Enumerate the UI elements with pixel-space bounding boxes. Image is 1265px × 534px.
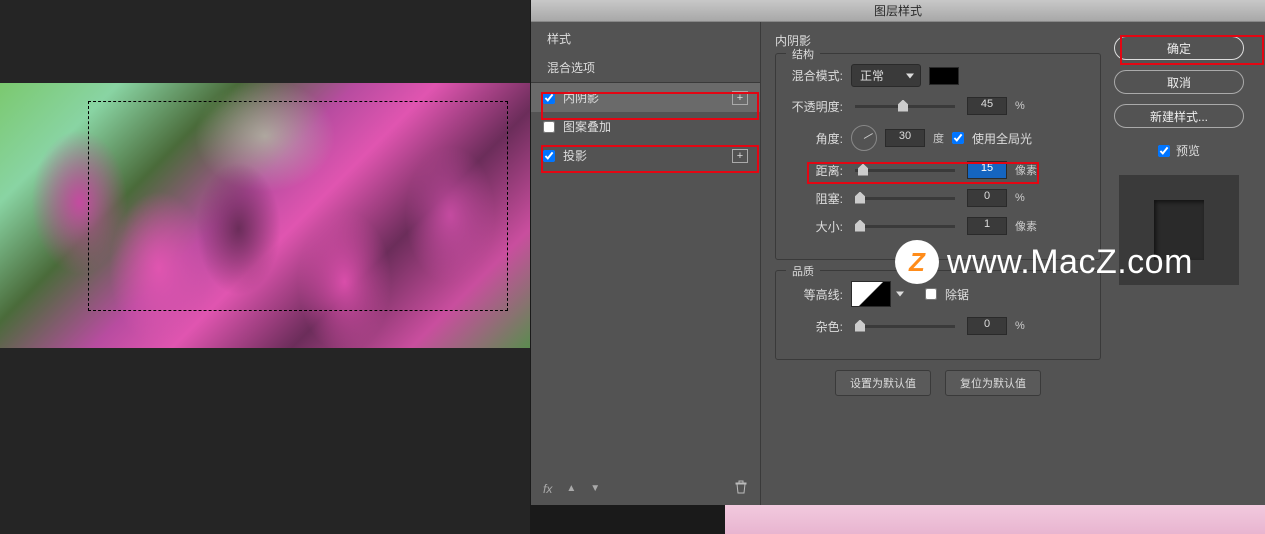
angle-dial[interactable] — [851, 125, 877, 151]
blending-options-item[interactable]: 混合选项 — [531, 53, 760, 83]
style-row-inner-shadow[interactable]: 内阴影 + — [531, 83, 760, 112]
drop-shadow-checkbox[interactable] — [543, 150, 555, 162]
noise-input[interactable]: 0 — [967, 317, 1007, 335]
default-buttons-row: 设置为默认值 复位为默认值 — [775, 370, 1101, 396]
add-effect-button[interactable]: + — [732, 91, 748, 105]
style-label: 内阴影 — [563, 89, 599, 106]
noise-slider[interactable] — [855, 325, 955, 328]
choke-slider[interactable] — [855, 197, 955, 200]
distance-unit: 像素 — [1015, 162, 1037, 178]
global-light-checkbox[interactable] — [952, 132, 964, 144]
size-unit: 像素 — [1015, 218, 1037, 234]
opacity-label: 不透明度: — [788, 98, 843, 115]
preview-checkbox[interactable] — [1158, 145, 1170, 157]
layer-style-dialog: 图层样式 样式 混合选项 内阴影 + 图案叠加 投影 + fx ▲ ▼ — [531, 0, 1265, 505]
quality-legend: 品质 — [786, 263, 820, 279]
opacity-row: 不透明度: 45 % — [788, 97, 1088, 115]
add-effect-button[interactable]: + — [732, 149, 748, 163]
move-up-icon[interactable]: ▲ — [566, 483, 576, 494]
contour-picker[interactable] — [851, 281, 891, 307]
opacity-input[interactable]: 45 — [967, 97, 1007, 115]
dialog-titlebar[interactable]: 图层样式 — [531, 0, 1265, 22]
noise-row: 杂色: 0 % — [788, 317, 1088, 335]
style-row-pattern-overlay[interactable]: 图案叠加 — [531, 112, 760, 141]
preview-row: 预览 — [1158, 142, 1200, 159]
preview-inner — [1154, 200, 1204, 260]
selection-marquee — [88, 101, 508, 311]
size-slider[interactable] — [855, 225, 955, 228]
pattern-overlay-checkbox[interactable] — [543, 121, 555, 133]
size-label: 大小: — [788, 218, 843, 235]
move-down-icon[interactable]: ▼ — [590, 483, 600, 494]
styles-header: 样式 — [531, 22, 760, 53]
structure-legend: 结构 — [786, 46, 820, 62]
blend-mode-row: 混合模式: 正常 — [788, 64, 1088, 87]
new-style-button[interactable]: 新建样式... — [1114, 104, 1244, 128]
right-buttons-panel: 确定 取消 新建样式... 预览 — [1105, 22, 1265, 505]
styles-panel: 样式 混合选项 内阴影 + 图案叠加 投影 + fx ▲ ▼ — [531, 22, 761, 505]
ok-button[interactable]: 确定 — [1114, 36, 1244, 60]
background-strip — [725, 505, 1265, 534]
opacity-unit: % — [1015, 100, 1025, 112]
size-row: 大小: 1 像素 — [788, 217, 1088, 235]
antialias-label: 除锯 — [945, 286, 969, 303]
section-title: 内阴影 — [775, 32, 1101, 49]
angle-row: 角度: 30 度 使用全局光 — [788, 125, 1088, 151]
style-label: 投影 — [563, 147, 587, 164]
styles-footer: fx ▲ ▼ — [531, 472, 760, 505]
choke-unit: % — [1015, 192, 1025, 204]
distance-label: 距离: — [788, 162, 843, 179]
distance-input[interactable]: 15 — [967, 161, 1007, 179]
style-row-drop-shadow[interactable]: 投影 + — [531, 141, 760, 170]
fx-menu-icon[interactable]: fx — [543, 482, 552, 496]
preview-thumbnail — [1119, 175, 1239, 285]
set-default-button[interactable]: 设置为默认值 — [835, 370, 931, 396]
blend-mode-select[interactable]: 正常 — [851, 64, 921, 87]
choke-label: 阻塞: — [788, 190, 843, 207]
choke-row: 阻塞: 0 % — [788, 189, 1088, 207]
angle-label: 角度: — [788, 130, 843, 147]
noise-label: 杂色: — [788, 318, 843, 335]
settings-panel: 内阴影 结构 混合模式: 正常 不透明度: 45 % 角度: 30 — [761, 22, 1105, 505]
canvas-area — [0, 0, 530, 534]
choke-input[interactable]: 0 — [967, 189, 1007, 207]
noise-unit: % — [1015, 320, 1025, 332]
antialias-checkbox[interactable] — [925, 288, 937, 300]
contour-row: 等高线: 除锯 — [788, 281, 1088, 307]
inner-shadow-checkbox[interactable] — [543, 92, 555, 104]
angle-input[interactable]: 30 — [885, 129, 925, 147]
style-label: 图案叠加 — [563, 118, 611, 135]
angle-unit: 度 — [933, 130, 944, 146]
distance-slider[interactable] — [855, 169, 955, 172]
distance-row: 距离: 15 像素 — [788, 161, 1088, 179]
global-light-label: 使用全局光 — [972, 130, 1032, 147]
trash-icon[interactable] — [734, 480, 748, 497]
opacity-slider[interactable] — [855, 105, 955, 108]
size-input[interactable]: 1 — [967, 217, 1007, 235]
contour-label: 等高线: — [788, 286, 843, 303]
cancel-button[interactable]: 取消 — [1114, 70, 1244, 94]
shadow-color-swatch[interactable] — [929, 67, 959, 85]
structure-fieldset: 结构 混合模式: 正常 不透明度: 45 % 角度: 30 度 — [775, 53, 1101, 260]
reset-default-button[interactable]: 复位为默认值 — [945, 370, 1041, 396]
dialog-title: 图层样式 — [874, 2, 922, 19]
preview-label: 预览 — [1176, 142, 1200, 159]
quality-fieldset: 品质 等高线: 除锯 杂色: 0 % — [775, 270, 1101, 360]
blend-mode-label: 混合模式: — [788, 67, 843, 84]
